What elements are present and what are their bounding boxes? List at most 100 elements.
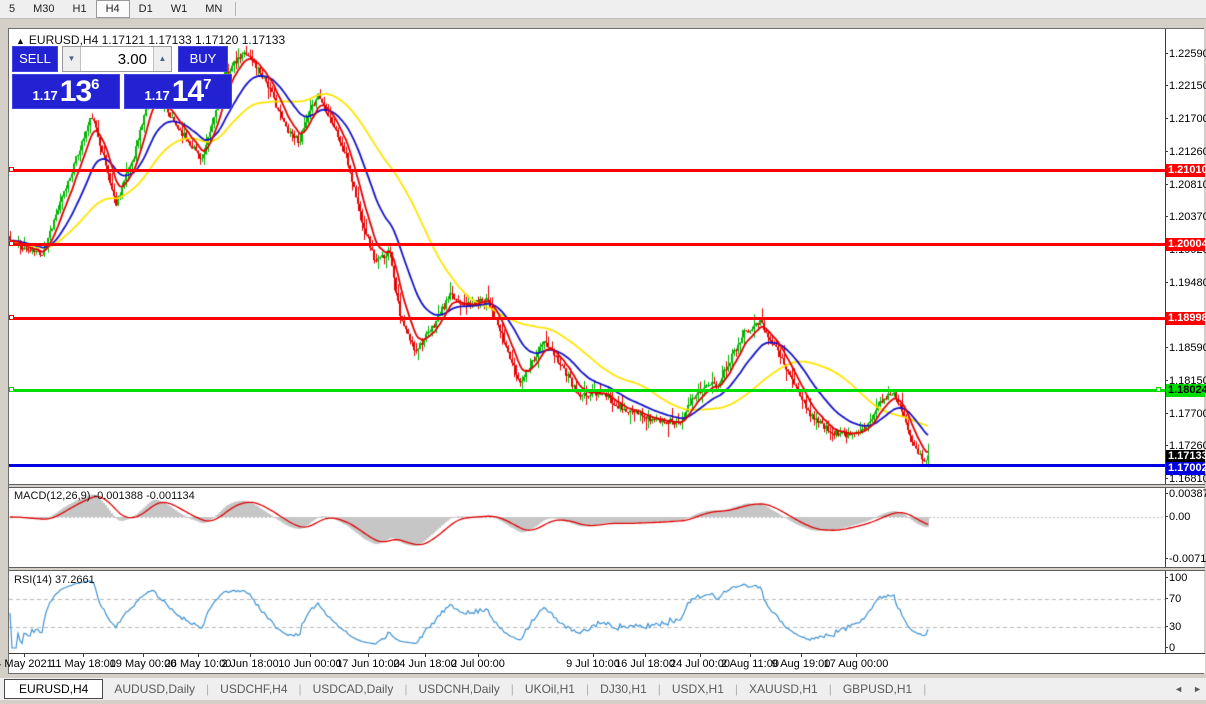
rsi-pane-splitter[interactable]: [9, 567, 1205, 571]
timeframe-button-mn[interactable]: MN: [196, 0, 231, 18]
axis-tick-label: 1.21700: [1169, 113, 1206, 125]
axis-tick-label: 1.22590: [1169, 48, 1206, 60]
time-axis-label: 11 May 18:00: [50, 658, 116, 670]
timeframe-button-h1[interactable]: H1: [64, 0, 96, 18]
chart-tab-dj30[interactable]: DJ30,H1: [589, 679, 658, 699]
buy-price-big: 14: [172, 77, 203, 107]
time-axis-label: 17 Jun 10:00: [336, 658, 400, 670]
time-axis-tick: [83, 654, 84, 657]
buy-price-display[interactable]: 1.17 14 7: [124, 74, 232, 109]
time-axis-label: 2 Jul 00:00: [451, 658, 505, 670]
time-axis-tick: [593, 654, 594, 657]
horizontal-line-1.2101[interactable]: [9, 169, 1165, 172]
time-axis-tick: [801, 654, 802, 657]
line-anchor-handle[interactable]: [9, 315, 14, 320]
status-strip: [0, 700, 1206, 704]
horizontal-line-1.20004[interactable]: [9, 243, 1165, 246]
time-axis-label: 9 Jul 10:00: [566, 658, 620, 670]
time-axis-tick: [310, 654, 311, 657]
timeframe-button-5[interactable]: 5: [0, 0, 24, 18]
sell-price-display[interactable]: 1.17 13 6: [12, 74, 120, 109]
time-axis-tick: [856, 654, 857, 657]
axis-tick-label: 1.22150: [1169, 80, 1206, 92]
chart-title: ▲ EURUSD,H4 1.17121 1.17133 1.17120 1.171…: [16, 33, 285, 47]
tab-scroll-right-button[interactable]: ►: [1193, 682, 1202, 696]
price-level-badge: 1.17002: [1166, 462, 1205, 475]
axis-tick-label: 1.17700: [1169, 408, 1206, 420]
sell-price-big: 13: [60, 77, 91, 107]
horizontal-line-1.18998[interactable]: [9, 317, 1165, 320]
axis-tick-label: 1.20370: [1169, 211, 1206, 223]
plot-area: ▲EURUSD,H4 1.17121 1.17133 1.17120 1.171…: [9, 29, 1165, 653]
horizontal-line-1.17002[interactable]: [9, 464, 1165, 467]
time-axis-tick: [368, 654, 369, 657]
sell-button[interactable]: SELL: [12, 46, 58, 72]
line-anchor-handle[interactable]: [9, 387, 14, 392]
chart-tab-usdcnh[interactable]: USDCNH,Daily: [407, 679, 510, 699]
price-level-badge: 1.18998: [1166, 312, 1205, 325]
chart-tab-usdcad[interactable]: USDCAD,Daily: [302, 679, 405, 699]
timeframe-toolbar: 5M30H1H4D1W1MN: [0, 0, 1206, 19]
time-axis-tick: [425, 654, 426, 657]
sell-price-pip: 6: [91, 77, 99, 92]
timeframe-button-m30[interactable]: M30: [24, 0, 63, 18]
time-axis-tick: [478, 654, 479, 657]
time-axis-label: 16 Jul 18:00: [615, 658, 675, 670]
axis-tick-label: 0.003873: [1169, 488, 1206, 500]
price-level-badge: 1.18024: [1166, 384, 1205, 397]
axis-tick-label: 100: [1169, 572, 1187, 584]
chart-tab-ukoil[interactable]: UKOil,H1: [514, 679, 586, 699]
time-axis: 4 May 202111 May 18:0019 May 00:0026 May…: [9, 653, 1205, 673]
volume-spinner: ▼ ▲: [62, 46, 172, 72]
chart-tab-usdchf[interactable]: USDCHF,H4: [209, 679, 298, 699]
tab-scroll-left-button[interactable]: ◄: [1174, 682, 1183, 696]
time-axis-tick: [24, 654, 25, 657]
axis-tick-label: 70: [1169, 593, 1181, 605]
line-anchor-handle[interactable]: [1156, 387, 1161, 392]
rsi-indicator-label: RSI(14) 37.2661: [14, 574, 95, 586]
macd-indicator-label: MACD(12,26,9) -0.001388 -0.001134: [14, 490, 195, 502]
horizontal-line-1.18024[interactable]: [9, 389, 1165, 392]
chart-window: ▲EURUSD,H4 1.17121 1.17133 1.17120 1.171…: [8, 28, 1204, 674]
chart-tab-audusd[interactable]: AUDUSD,Daily: [103, 679, 206, 699]
axis-tick-label: 1.21260: [1169, 146, 1206, 158]
axis-tick-label: 0.00: [1169, 511, 1190, 523]
collapse-arrow-icon[interactable]: ▲: [16, 36, 25, 46]
volume-increase-button[interactable]: ▲: [153, 47, 171, 71]
time-axis-tick: [198, 654, 199, 657]
price-level-badge: 1.21010: [1166, 164, 1205, 177]
tab-scroll-controls: ◄►: [1174, 682, 1202, 696]
volume-input[interactable]: [81, 47, 153, 71]
price-axis: 1.22590 1.22150 1.21700 1.21260 1.20810 1.203…: [1165, 29, 1204, 653]
time-axis-tick: [645, 654, 646, 657]
chart-tab-gbpusd[interactable]: GBPUSD,H1: [832, 679, 923, 699]
chart-title-text: EURUSD,H4 1.17121 1.17133 1.17120 1.1713…: [29, 33, 285, 47]
macd-pane-splitter[interactable]: [9, 484, 1205, 488]
time-axis-label: 17 Aug 00:00: [824, 658, 889, 670]
axis-tick-label: 1.18590: [1169, 342, 1206, 354]
time-axis-tick: [750, 654, 751, 657]
line-anchor-handle[interactable]: [9, 241, 14, 246]
time-axis-label: 9 Aug 19:00: [772, 658, 831, 670]
buy-price-pip: 7: [203, 77, 211, 92]
price-level-badge: 1.20004: [1166, 238, 1205, 251]
chart-tab-eurusd[interactable]: EURUSD,H4: [4, 679, 103, 699]
buy-button[interactable]: BUY: [178, 46, 228, 72]
tab-separator: |: [923, 682, 926, 696]
buy-price-prefix: 1.17: [144, 85, 169, 107]
line-anchor-handle[interactable]: [9, 167, 14, 172]
time-axis-label: 4 May 2021: [0, 658, 53, 670]
timeframe-button-d1[interactable]: D1: [130, 0, 162, 18]
timeframe-button-w1[interactable]: W1: [162, 0, 197, 18]
time-axis-tick: [143, 654, 144, 657]
time-axis-label: 2 Jun 18:00: [221, 658, 279, 670]
chart-tab-usdx[interactable]: USDX,H1: [661, 679, 735, 699]
timeframe-button-h4[interactable]: H4: [96, 0, 130, 18]
volume-decrease-button[interactable]: ▼: [63, 47, 81, 71]
chart-tab-xauusd[interactable]: XAUUSD,H1: [738, 679, 829, 699]
time-axis-label: 10 Jun 00:00: [278, 658, 342, 670]
sell-price-prefix: 1.17: [32, 85, 57, 107]
axis-tick-label: 1.20810: [1169, 179, 1206, 191]
time-axis-tick: [250, 654, 251, 657]
candlestick-chart-canvas[interactable]: [9, 29, 1165, 653]
